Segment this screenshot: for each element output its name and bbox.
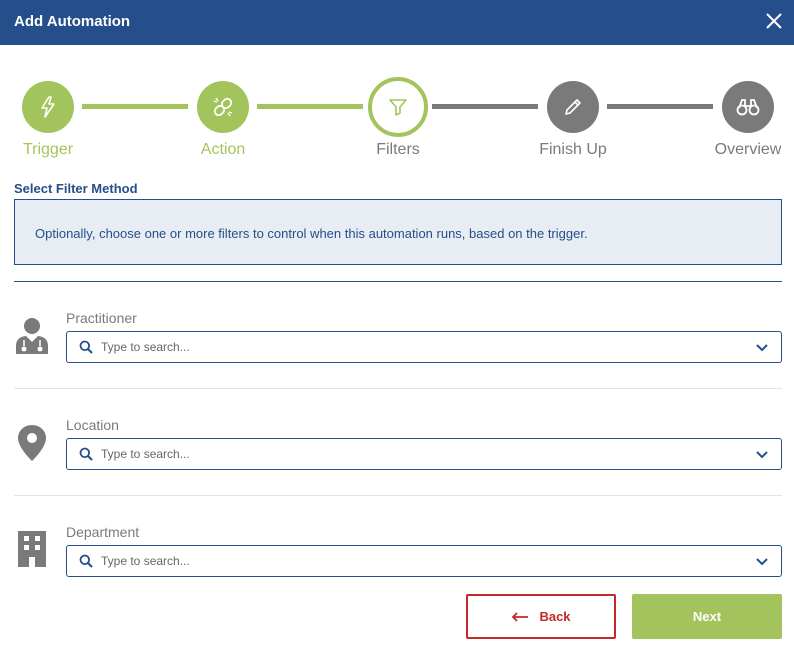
chevron-down-icon[interactable] xyxy=(755,449,769,461)
back-button[interactable]: Back xyxy=(466,594,616,639)
binoculars-icon xyxy=(736,99,760,116)
search-icon xyxy=(79,554,93,568)
pencil-icon xyxy=(565,99,581,115)
chevron-down-icon[interactable] xyxy=(755,556,769,568)
step-connector xyxy=(82,104,188,109)
section-title: Select Filter Method xyxy=(14,181,138,196)
divider xyxy=(14,388,782,389)
practitioner-search-input[interactable] xyxy=(101,338,721,356)
step-connector xyxy=(607,104,713,109)
step-connector xyxy=(432,104,538,109)
wizard-stepper: Trigger Action Filters Finish Up Overvie… xyxy=(0,77,794,168)
step-label-filters: Filters xyxy=(376,141,420,158)
step-action[interactable] xyxy=(197,81,249,133)
department-search-input[interactable] xyxy=(101,552,721,570)
filter-label-department: Department xyxy=(66,524,140,540)
doctor-icon xyxy=(16,318,48,354)
step-label-overview: Overview xyxy=(714,141,782,158)
next-button-label: Next xyxy=(692,609,722,624)
dialog-title: Add Automation xyxy=(14,13,131,30)
practitioner-search-select[interactable] xyxy=(66,331,782,363)
dialog-header: Add Automation xyxy=(0,0,794,45)
funnel-icon xyxy=(389,99,407,116)
next-button[interactable]: Next xyxy=(632,594,782,639)
map-pin-icon xyxy=(18,425,46,461)
filter-label-practitioner: Practitioner xyxy=(66,310,137,326)
step-label-action: Action xyxy=(200,141,246,158)
location-search-input[interactable] xyxy=(101,445,721,463)
arrow-left-icon xyxy=(512,611,529,622)
close-icon[interactable] xyxy=(764,11,784,31)
chevron-down-icon[interactable] xyxy=(755,342,769,354)
step-filters[interactable] xyxy=(368,77,428,137)
info-text: Optionally, choose one or more filters t… xyxy=(35,226,588,241)
department-search-select[interactable] xyxy=(66,545,782,577)
divider xyxy=(14,495,782,496)
step-connector xyxy=(257,104,363,109)
step-label-trigger: Trigger xyxy=(22,141,74,158)
info-box: Optionally, choose one or more filters t… xyxy=(14,199,782,265)
lightning-icon xyxy=(41,96,55,118)
link-icon xyxy=(213,97,233,117)
location-search-select[interactable] xyxy=(66,438,782,470)
divider xyxy=(14,281,782,282)
step-label-finish-up: Finish Up xyxy=(539,141,607,158)
step-finish-up[interactable] xyxy=(547,81,599,133)
search-icon xyxy=(79,447,93,461)
step-overview[interactable] xyxy=(722,81,774,133)
building-icon xyxy=(18,531,46,567)
back-button-label: Back xyxy=(539,609,571,624)
filter-label-location: Location xyxy=(66,417,119,433)
search-icon xyxy=(79,340,93,354)
step-trigger[interactable] xyxy=(22,81,74,133)
